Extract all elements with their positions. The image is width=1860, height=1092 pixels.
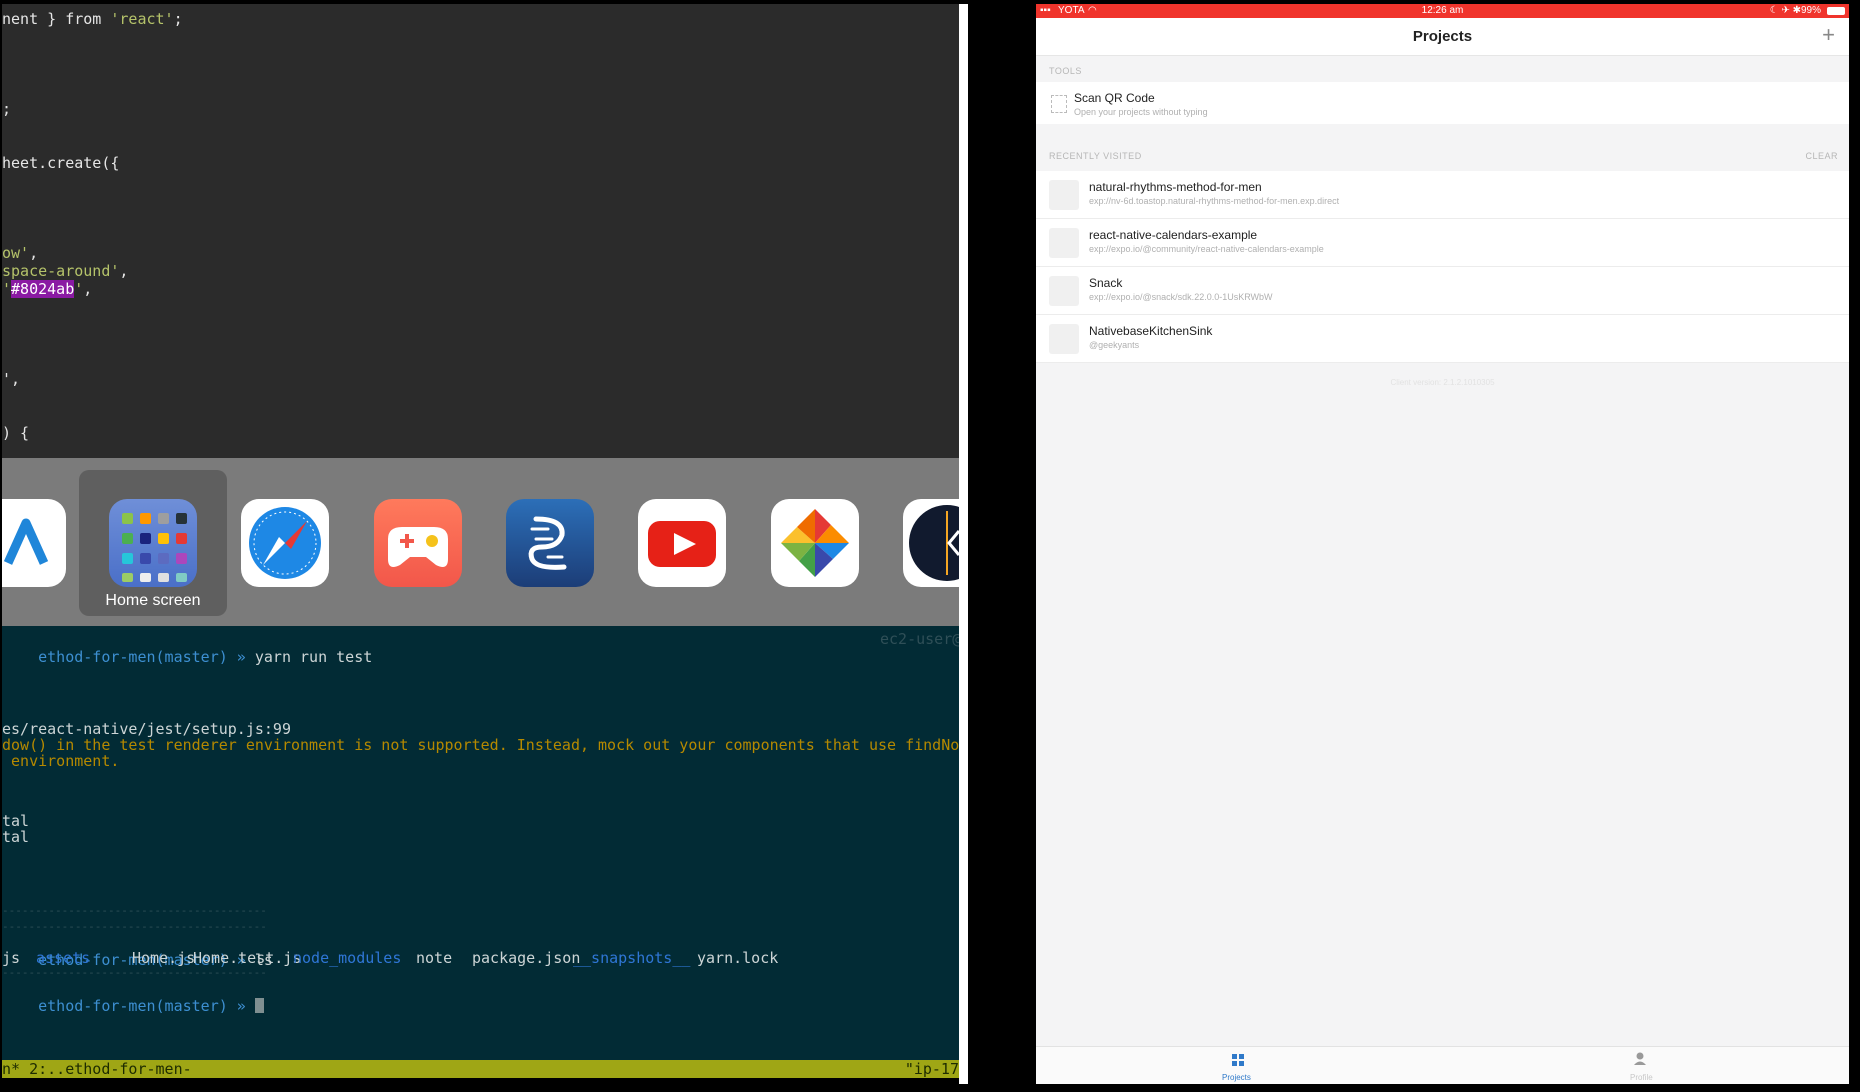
ls-file: package.json — [472, 949, 581, 967]
ls-file: note — [416, 949, 453, 967]
terminal[interactable]: ethod-for-men(master) » yarn run test ec… — [2, 626, 959, 1076]
code-line: ) { — [2, 424, 29, 442]
projects-tab-icon — [1232, 1053, 1244, 1066]
code-token: , — [29, 244, 39, 262]
safari-icon[interactable] — [241, 499, 329, 587]
app-a-icon[interactable] — [2, 499, 66, 587]
project-thumbnail — [1049, 276, 1079, 306]
tab-projects[interactable]: Projects — [1222, 1073, 1251, 1082]
code-token: space-around' — [2, 262, 120, 280]
battery-icon — [1827, 7, 1845, 15]
prompt: ethod-for-men(master) » — [38, 648, 255, 666]
terminal-total-2: tal — [2, 828, 30, 846]
code-line: '#8024ab', — [2, 280, 92, 298]
phone-screen: ▪▪▪ YOTA ◠ 12:26 am ☾ ✈ ✱ 99% Projects +… — [1036, 4, 1849, 1084]
ls-file: yarn.lock — [697, 949, 779, 967]
code-token: ' — [2, 280, 12, 298]
youtube-icon[interactable] — [638, 499, 726, 587]
code-line: heet.create({ — [2, 154, 119, 172]
terminal-warning-2: environment. — [2, 752, 120, 770]
code-line: ow', — [2, 244, 38, 262]
terminal-line-prompt-3[interactable]: ethod-for-men(master) » — [2, 979, 264, 1033]
ls-directory: node_modules — [293, 949, 402, 967]
moon-bluetooth-icon: ☾ ✈ ✱ — [1769, 5, 1801, 16]
code-line: nent } from 'react'; — [2, 10, 183, 28]
project-row[interactable]: react-native-calendars-example exp://expo… — [1036, 219, 1849, 266]
recent-header: RECENTLY VISITED — [1049, 151, 1142, 161]
tools-header: TOOLS — [1049, 66, 1082, 76]
scan-qr-subtitle: Open your projects without typing — [1074, 107, 1208, 117]
game-controller-icon[interactable] — [374, 499, 462, 587]
clear-button[interactable]: CLEAR — [1805, 151, 1838, 161]
code-token: nent } from — [2, 10, 111, 28]
scan-qr-row[interactable]: Scan QR Code Open your projects without … — [1036, 82, 1849, 124]
app-switcher-dock: Home screen — [2, 458, 959, 626]
code-line: ', — [2, 370, 20, 388]
speedtest-icon[interactable] — [506, 499, 594, 587]
project-thumbnail — [1049, 324, 1079, 354]
battery-percent: 99% — [1800, 5, 1821, 16]
code-token: , — [119, 262, 129, 280]
project-row[interactable]: Snack exp://expo.io/@snack/sdk.22.0.0-1Us… — [1036, 267, 1849, 314]
code-token: 'react' — [110, 10, 174, 28]
code-token: ; — [2, 100, 12, 118]
command: yarn run test — [254, 648, 373, 666]
tab-bar: Projects Profile — [1036, 1046, 1849, 1084]
profile-tab-icon — [1634, 1052, 1646, 1070]
scan-qr-title: Scan QR Code — [1074, 91, 1155, 105]
project-row[interactable]: NativebaseKitchenSink @geekyants — [1036, 315, 1849, 362]
code-token: ' — [74, 280, 84, 298]
qr-scan-icon — [1051, 95, 1067, 113]
tmux-status-bar: n* 2:..ethod-for-men- "ip-17 — [2, 1060, 959, 1078]
add-icon[interactable]: + — [1822, 22, 1835, 48]
cursor — [254, 998, 264, 1013]
tab-profile[interactable]: Profile — [1630, 1073, 1653, 1082]
code-token: ow' — [2, 244, 30, 262]
color-literal: #8024ab — [11, 280, 75, 298]
project-thumbnail — [1049, 180, 1079, 210]
prompt: ethod-for-men(master) » — [38, 997, 255, 1015]
ls-directory: __snapshots__ — [573, 949, 691, 967]
code-token: ', — [2, 370, 21, 388]
project-thumbnail — [1049, 228, 1079, 258]
code-token: , — [83, 280, 93, 298]
row-separator — [1036, 362, 1849, 363]
home-screen-icon[interactable] — [109, 499, 197, 587]
code-editor[interactable]: nent } from 'react';; heet.create({ ow', sp… — [2, 4, 959, 474]
project-row[interactable]: natural-rhythms-method-for-men exp://nv-6… — [1036, 171, 1849, 218]
page-title: Projects — [1412, 28, 1473, 45]
code-token: ; — [173, 10, 183, 28]
terminal-line-prompt-1: ethod-for-men(master) » yarn run test — [2, 630, 372, 684]
project-url: exp://nv-6d.toastop.natural-rhythms-meth… — [1089, 196, 1340, 206]
version-text: Client version: 2.1.2.1010305 — [1390, 378, 1495, 387]
code-line: space-around', — [2, 262, 128, 280]
status-left: n* 2:..ethod-for-men- — [2, 1060, 192, 1078]
code-token: heet.create({ — [2, 154, 120, 172]
home-screen-label: Home screen — [105, 592, 201, 609]
time: 12:26 am — [1421, 5, 1464, 16]
project-title: Snack — [1089, 276, 1123, 290]
ios-status-bar: ▪▪▪ YOTA ◠ 12:26 am ☾ ✈ ✱ 99% — [1036, 4, 1849, 18]
terminal-warning-1: dow() in the test renderer environment i… — [2, 736, 959, 754]
project-url: @geekyants — [1089, 340, 1140, 350]
terminal-host: ec2-user@ — [880, 630, 959, 648]
code-line: ; — [2, 100, 11, 118]
project-title: natural-rhythms-method-for-men — [1089, 180, 1262, 194]
photos-icon[interactable] — [771, 499, 859, 587]
project-url: exp://expo.io/@snack/sdk.22.0.0-1UsKRWbW — [1089, 292, 1273, 302]
project-url: exp://expo.io/@community/react-native-ca… — [1089, 244, 1324, 254]
code-token: ) { — [2, 424, 30, 442]
clock-app-icon[interactable] — [903, 499, 959, 587]
status-right: "ip-17 — [904, 1060, 959, 1078]
project-title: NativebaseKitchenSink — [1089, 324, 1213, 338]
project-title: react-native-calendars-example — [1089, 228, 1258, 242]
nav-bar: Projects + — [1036, 18, 1849, 56]
divider — [959, 4, 968, 1084]
